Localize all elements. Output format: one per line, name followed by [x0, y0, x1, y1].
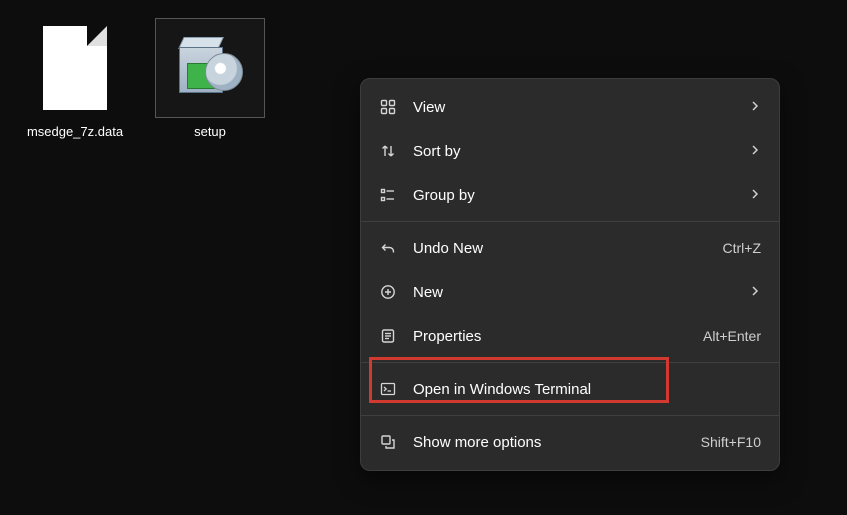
group-icon	[377, 187, 399, 203]
menu-item-group-by[interactable]: Group by	[361, 173, 779, 217]
plus-circle-icon	[377, 284, 399, 300]
installer-exe-icon	[175, 33, 245, 103]
menu-item-view[interactable]: View	[361, 85, 779, 129]
chevron-right-icon	[749, 143, 761, 159]
file-label: setup	[155, 124, 265, 139]
menu-shortcut: Alt+Enter	[703, 328, 761, 344]
chevron-right-icon	[749, 99, 761, 115]
menu-label: Undo New	[413, 240, 723, 257]
menu-item-undo[interactable]: Undo New Ctrl+Z	[361, 226, 779, 270]
menu-item-sort-by[interactable]: Sort by	[361, 129, 779, 173]
menu-label: Properties	[413, 328, 703, 345]
file-thumbnail	[20, 18, 130, 118]
menu-label: Show more options	[413, 434, 701, 451]
desktop-context-menu: View Sort by Group by	[360, 78, 780, 471]
menu-item-properties[interactable]: Properties Alt+Enter	[361, 314, 779, 358]
view-icon	[377, 99, 399, 115]
menu-separator	[361, 362, 779, 363]
menu-label: Group by	[413, 187, 749, 204]
menu-separator	[361, 415, 779, 416]
menu-shortcut: Ctrl+Z	[723, 240, 762, 256]
file-thumbnail	[155, 18, 265, 118]
menu-label: Open in Windows Terminal	[413, 381, 761, 398]
menu-label: Sort by	[413, 143, 749, 160]
file-label: msedge_7z.data	[20, 124, 130, 139]
properties-icon	[377, 328, 399, 344]
menu-label: View	[413, 99, 749, 116]
generic-file-icon	[43, 26, 107, 110]
file-icon-msedge-7z-data[interactable]: msedge_7z.data	[20, 18, 130, 139]
terminal-icon	[377, 381, 399, 397]
menu-shortcut: Shift+F10	[701, 434, 761, 450]
chevron-right-icon	[749, 284, 761, 300]
menu-separator	[361, 221, 779, 222]
undo-icon	[377, 240, 399, 256]
show-more-icon	[377, 434, 399, 450]
menu-item-open-windows-terminal[interactable]: Open in Windows Terminal	[361, 367, 779, 411]
menu-item-new[interactable]: New	[361, 270, 779, 314]
file-icon-setup[interactable]: setup	[155, 18, 265, 139]
menu-label: New	[413, 284, 749, 301]
chevron-right-icon	[749, 187, 761, 203]
menu-item-show-more-options[interactable]: Show more options Shift+F10	[361, 420, 779, 464]
sort-icon	[377, 143, 399, 159]
